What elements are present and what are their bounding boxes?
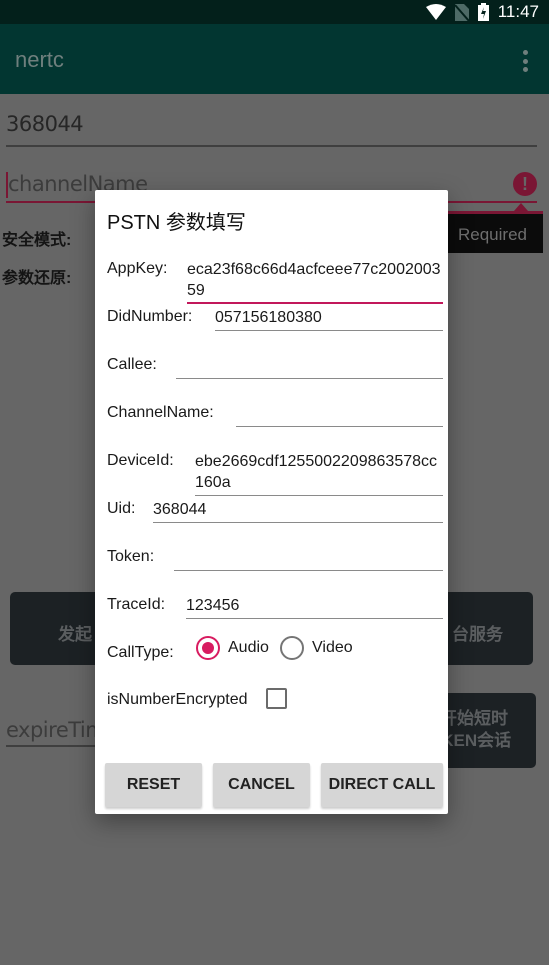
uid-value: 368044 <box>6 112 84 136</box>
uid-label: Uid: <box>107 500 136 517</box>
dialog-channel-name-input[interactable] <box>236 402 443 427</box>
device-id-value: ebe2669cdf1255002209863578cc160a <box>195 453 438 491</box>
did-number-value: 057156180380 <box>215 309 322 326</box>
app-title: nertc <box>15 47 64 72</box>
dialog-title: PSTN 参数填写 <box>107 212 246 234</box>
direct-call-button[interactable]: DIRECT CALL <box>321 763 443 807</box>
callee-input[interactable] <box>176 354 443 379</box>
radio-audio-label[interactable]: Audio <box>228 639 269 657</box>
app-bar: nertc <box>0 24 549 94</box>
number-encrypted-checkbox[interactable] <box>266 688 287 709</box>
device-id-label: DeviceId: <box>107 452 174 469</box>
tooltip-arrow <box>514 203 528 211</box>
dialog-uid-input[interactable]: 368044 <box>153 499 443 523</box>
token-label: Token: <box>107 548 155 565</box>
pstn-dialog: PSTN 参数填写 AppKey: eca23f68c66d4acfceee77… <box>95 190 448 814</box>
radio-audio[interactable] <box>196 636 220 660</box>
uid-input[interactable]: 368044 <box>6 112 537 147</box>
appkey-value: eca23f68c66d4acfceee77c200200359 <box>187 261 441 299</box>
trace-id-label: TraceId: <box>107 596 166 613</box>
trace-id-input[interactable]: 123456 <box>186 595 443 619</box>
security-mode-label: 安全模式: <box>2 232 72 249</box>
number-encrypted-label: isNumberEncrypted <box>107 691 248 708</box>
trace-id-value: 123456 <box>186 597 240 614</box>
token-input[interactable] <box>174 546 443 571</box>
did-number-label: DidNumber: <box>107 308 193 325</box>
cancel-button[interactable]: CANCEL <box>213 763 310 807</box>
battery-charging-icon <box>477 3 489 21</box>
radio-video[interactable] <box>280 636 304 660</box>
error-tooltip: Required <box>440 211 543 253</box>
appkey-input[interactable]: eca23f68c66d4acfceee77c200200359 <box>187 259 443 304</box>
wifi-icon <box>425 4 446 20</box>
did-number-input[interactable]: 057156180380 <box>215 307 443 331</box>
overflow-menu-icon[interactable] <box>521 50 529 72</box>
expire-time-placeholder: expireTim <box>6 718 106 742</box>
call-type-label: CallType: <box>107 644 174 661</box>
start-button-label: 发起 <box>58 625 92 644</box>
radio-video-label[interactable]: Video <box>312 639 353 657</box>
dialog-uid-value: 368044 <box>153 501 207 518</box>
error-icon: ! <box>513 172 537 196</box>
status-bar: 11:47 <box>0 0 549 24</box>
appkey-label: AppKey: <box>107 260 168 277</box>
token-session-label-line1: 开始短时 <box>440 709 508 728</box>
callee-label: Callee: <box>107 356 157 373</box>
channel-name-label: ChannelName: <box>107 404 214 421</box>
device-id-input[interactable]: ebe2669cdf1255002209863578cc160a <box>195 451 443 496</box>
reset-button[interactable]: RESET <box>105 763 202 807</box>
status-time: 11:47 <box>497 2 539 21</box>
token-session-button-label: 开始短时 OKEN会话 <box>428 708 511 752</box>
no-sim-icon <box>454 3 469 21</box>
param-restore-label: 参数还原: <box>2 270 72 287</box>
service-button-label: 台服务 <box>452 625 503 644</box>
